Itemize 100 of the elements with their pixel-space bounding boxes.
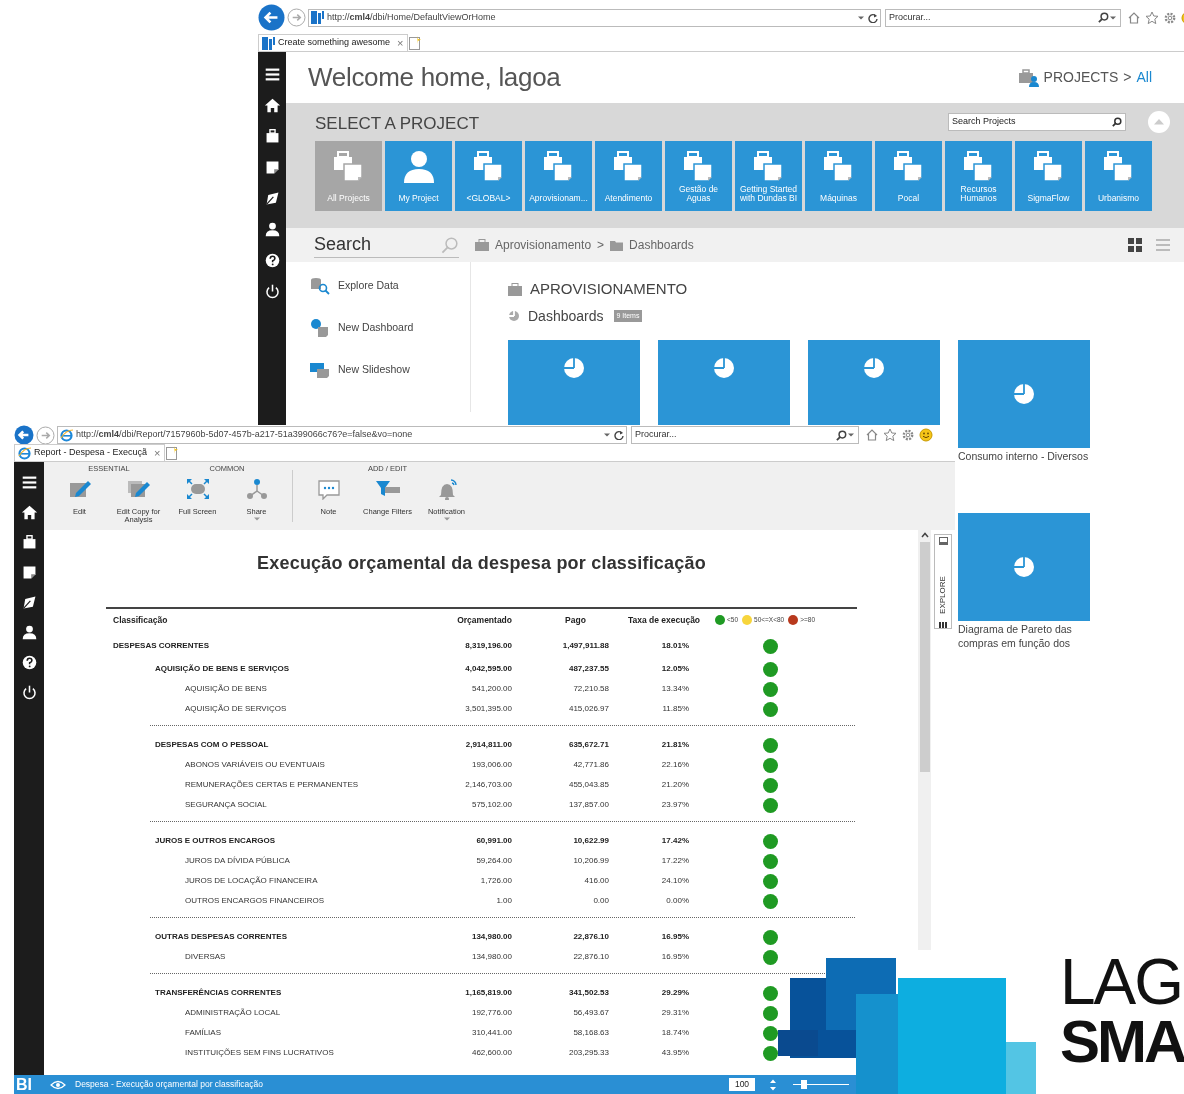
scroll-up-icon[interactable] [919,530,930,540]
section-title: Dashboards [528,306,604,326]
tab-title: Report - Despesa - Execuçã [34,446,148,460]
logo-text: SMA [1060,1012,1184,1072]
refresh-icon[interactable] [614,430,624,440]
search-input[interactable]: Procurar... [635,428,836,442]
power-icon[interactable] [263,283,281,300]
action-link[interactable]: Explore Data [310,276,470,296]
breadcrumb-link[interactable]: Aprovisionamento [495,236,592,254]
explore-panel-tab[interactable]: EXPLORE [934,534,952,629]
table-cell-text: 22,876.10 [572,931,609,943]
dashboard-tile[interactable] [658,339,790,426]
table-cell-text: 10,622.99 [572,835,609,847]
menu-icon[interactable] [20,474,38,491]
home-icon[interactable] [263,97,281,114]
tile-label: Urbanismo [1096,194,1141,203]
slider-thumb[interactable] [801,1080,808,1089]
help-icon[interactable] [20,654,38,671]
close-button[interactable]: × [154,447,161,459]
column-header: Orçamentado [456,613,512,627]
search-field[interactable]: Search [314,232,459,258]
back-button[interactable] [258,4,285,31]
grid-view-button[interactable] [1128,238,1142,252]
table-cell-text: 416.00 [583,875,609,887]
search-icon[interactable] [1098,12,1109,23]
help-icon[interactable] [263,252,281,269]
tile-label: Gestão de Aguas [677,185,720,203]
user-icon[interactable] [20,624,38,641]
spinner-icon[interactable] [769,1077,777,1092]
dropdown-icon[interactable] [847,432,855,438]
home-icon[interactable] [20,504,38,521]
action-link[interactable]: New Slideshow [310,360,470,380]
address-bar[interactable]: http://cml4/dbi/Report/7157960b-5d07-457b-a217-51a399066c76?e=false&vo=none [57,426,627,444]
search-field[interactable]: Search Projects [948,113,1126,131]
edit-copy-icon [126,478,151,500]
settings-icon[interactable] [901,428,915,442]
table-cell-text: 455,043.85 [567,779,609,791]
table-cell-text: 541,200.00 [470,683,512,695]
table-cell-text: 12.05% [660,663,690,675]
zoom-field[interactable]: 100 [729,1078,755,1091]
table-cell-text: 29.31% [660,1007,690,1019]
pie-chart-icon [1013,555,1035,578]
browser-tab[interactable]: Create something awesome × [258,34,408,51]
breadcrumb-separator: > [597,237,605,254]
table-cell-text: 1,726.00 [479,875,512,887]
star-icon[interactable] [1145,10,1159,25]
table-cell-text: 43.95% [660,1047,690,1059]
table-cell-text: OUTROS ENCARGOS FINANCEIROS [184,895,326,907]
dropdown-icon[interactable] [603,432,611,438]
dashboard-tile[interactable] [808,339,940,426]
browser-tab[interactable]: Report - Despesa - Execuçã × [14,444,165,461]
search-field[interactable]: Procurar... [885,8,1121,27]
action-link[interactable]: New Dashboard [310,318,470,338]
all-projects-link[interactable]: All [1136,67,1152,88]
scrollbar[interactable] [918,530,931,950]
report-title: Execução orçamental da despesa por classificação [256,552,707,575]
user-icon[interactable] [263,221,281,238]
table-cell-text: 2,146,703.00 [464,779,512,791]
page-title: Welcome home, lagoa [308,61,561,94]
new-tab-button[interactable] [407,36,422,51]
table-cell-text: 13.34% [660,683,690,695]
table-cell-text: 575,102.00 [470,799,512,811]
close-button[interactable]: × [397,37,404,49]
table-cell-text: 18.74% [660,1027,690,1039]
search-icon[interactable] [836,429,847,441]
table-cell-text: 8,319,196.00 [464,640,512,652]
back-button[interactable] [14,425,34,445]
table-cell-text: 0.00 [592,895,609,907]
address-bar[interactable]: http://cml4/dbi/Home/DefaultViewOrHome [308,8,881,27]
projects-link[interactable]: PROJECTS [1043,67,1119,88]
status-title: Despesa - Execução orçamental por classificação [75,1078,265,1091]
dropdown-icon[interactable] [1109,14,1117,21]
settings-icon[interactable] [1163,10,1177,25]
table-cell-text: ADMINISTRAÇÃO LOCAL [184,1007,282,1019]
column-header: Pago [564,613,587,627]
search-input[interactable]: Search Projects [952,115,1112,129]
breadcrumb-link[interactable]: Dashboards [629,236,694,254]
search-input[interactable]: Procurar... [889,10,1098,25]
dashboard-tile[interactable] [508,339,640,426]
refresh-icon[interactable] [868,12,878,23]
window-icon [938,537,948,545]
tile-label: SigmaFlow [1026,194,1071,203]
search-field[interactable]: Procurar... [631,426,859,444]
url-text: http://cml4/dbi/Report/7157960b-5d07-457b-a217-51a399066c76?e=false&vo=none [76,428,414,442]
dropdown-icon[interactable] [857,14,865,21]
eye-icon[interactable] [50,1079,66,1090]
site-icon [262,36,275,50]
tile-label: <GLOBAL> [465,194,512,203]
search-icon[interactable] [1112,117,1122,127]
search-input[interactable]: Search [314,231,441,258]
power-icon[interactable] [20,684,38,701]
dashboard-tile[interactable] [958,512,1090,621]
smiley-icon[interactable] [919,428,933,442]
new-tab-button[interactable] [164,446,179,461]
table-cell-text: 18.01% [660,640,690,652]
menu-icon[interactable] [263,66,281,83]
dashboard-tile[interactable] [958,339,1090,448]
table-cell-text: 1,497,911.88 [561,640,609,652]
table-cell-text: 462,600.00 [470,1047,512,1059]
star-icon[interactable] [883,428,897,442]
